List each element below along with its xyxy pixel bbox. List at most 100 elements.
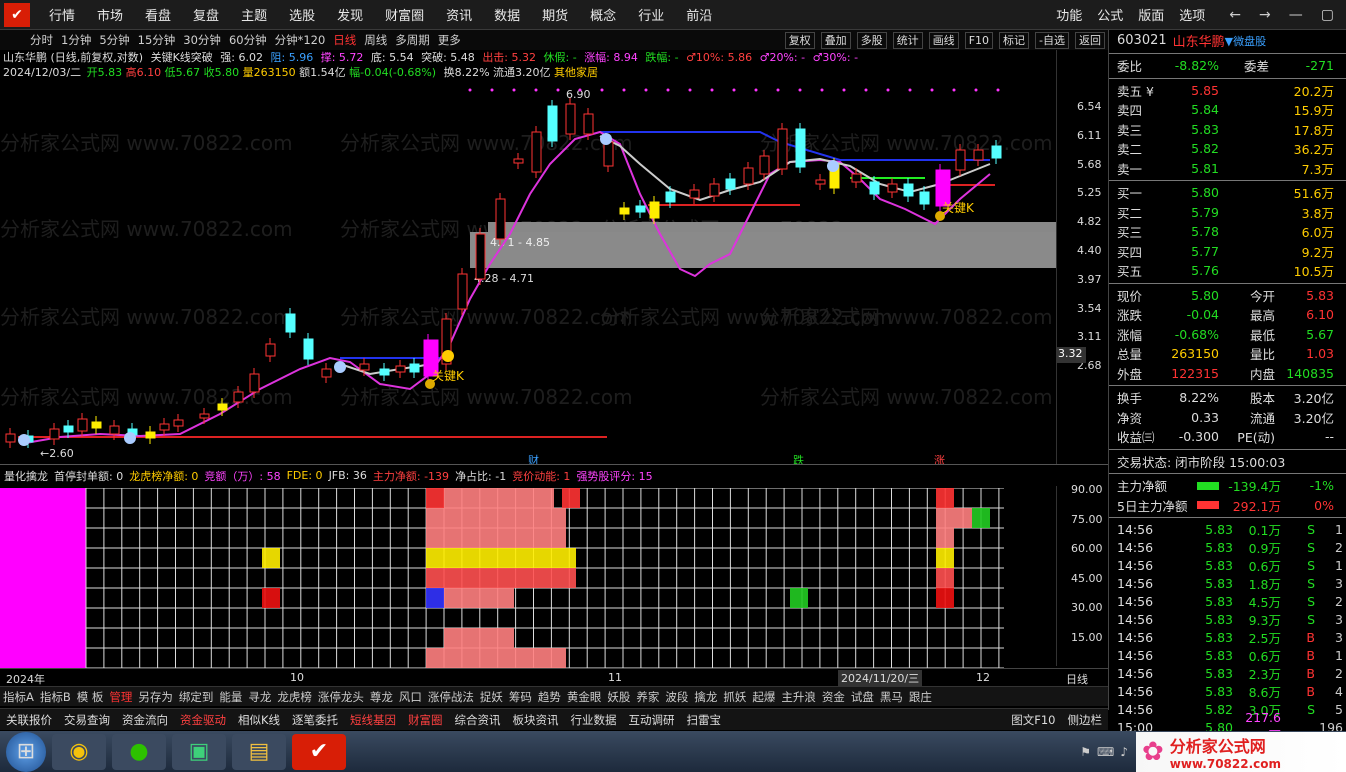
- indicator-tab[interactable]: 能量: [219, 689, 242, 705]
- menu-item[interactable]: 资讯: [446, 5, 472, 24]
- menu-item[interactable]: 概念: [590, 5, 616, 24]
- bottom-tab[interactable]: 资金流向: [122, 712, 168, 728]
- indicator-tab[interactable]: 跟庄: [909, 689, 932, 705]
- bottom-tab[interactable]: 短线基因: [350, 712, 396, 728]
- indicator-tab[interactable]: 寻龙: [248, 689, 271, 705]
- tool-button[interactable]: 画线: [928, 31, 959, 49]
- period-tab[interactable]: 多周期: [395, 32, 430, 48]
- period-tab[interactable]: 分时: [30, 32, 53, 48]
- period-tab[interactable]: 分钟*120: [275, 32, 326, 48]
- indicator-tab[interactable]: 指标B: [40, 689, 71, 705]
- indicator-tab[interactable]: 黄金眼: [567, 689, 602, 705]
- period-tab[interactable]: 更多: [438, 32, 461, 48]
- folder-icon[interactable]: ▤: [232, 733, 286, 770]
- period-tab[interactable]: 1分钟: [61, 32, 91, 48]
- app-logo-icon[interactable]: ✔: [4, 2, 30, 27]
- tool-button[interactable]: 多股: [856, 31, 887, 49]
- minimize-icon[interactable]: —: [1289, 7, 1303, 23]
- bottom-tab[interactable]: 综合资讯: [455, 712, 501, 728]
- tool-button[interactable]: 统计: [892, 31, 923, 49]
- indicator-tab[interactable]: 抓妖: [723, 689, 746, 705]
- menu-item[interactable]: 数据: [494, 5, 520, 24]
- indicator-tab[interactable]: 尊龙: [370, 689, 393, 705]
- bottom-tab[interactable]: 行业数据: [571, 712, 617, 728]
- indicator-tab[interactable]: 涨停龙头: [318, 689, 364, 705]
- kline-chart[interactable]: 分析家公式网 www.70822.com 分析家公式网 www.70822.com…: [0, 84, 1056, 464]
- bottom-tab[interactable]: 相似K线: [238, 712, 280, 728]
- indicator-tab[interactable]: 主升浪: [781, 689, 816, 705]
- menu-item-right[interactable]: 版面: [1138, 5, 1164, 24]
- indicator-tab[interactable]: 养家: [636, 689, 659, 705]
- menu-item[interactable]: 市场: [97, 5, 123, 24]
- indicator-tab[interactable]: 绑定到: [179, 689, 214, 705]
- indicator-grid[interactable]: [0, 488, 1004, 668]
- date-period[interactable]: 日线: [1066, 671, 1088, 687]
- bottom-tab[interactable]: 财富圈: [408, 712, 443, 728]
- indicator-tab[interactable]: 试盘: [851, 689, 874, 705]
- app-taskbar-icon[interactable]: ✔: [292, 733, 346, 770]
- tool-button[interactable]: 叠加: [820, 31, 851, 49]
- period-tab[interactable]: 30分钟: [183, 32, 221, 48]
- indicator-tab[interactable]: 另存为: [138, 689, 173, 705]
- menu-item[interactable]: 看盘: [145, 5, 171, 24]
- menu-item-right[interactable]: 公式: [1097, 5, 1123, 24]
- menu-item[interactable]: 行业: [638, 5, 664, 24]
- menu-item[interactable]: 复盘: [193, 5, 219, 24]
- grid-tick: 90.00: [1071, 483, 1103, 496]
- period-tab[interactable]: 60分钟: [229, 32, 267, 48]
- period-tab[interactable]: 日线: [333, 32, 356, 48]
- tray-icon[interactable]: ⌨: [1097, 745, 1114, 759]
- stock-tag[interactable]: ▼微盘股: [1225, 33, 1266, 49]
- menu-item[interactable]: 期货: [542, 5, 568, 24]
- bottom-tab[interactable]: 板块资讯: [513, 712, 559, 728]
- indicator-tab[interactable]: 模 板: [77, 689, 104, 705]
- bottom-tab[interactable]: 资金驱动: [180, 712, 226, 728]
- menu-item[interactable]: 前沿: [686, 5, 712, 24]
- period-tab[interactable]: 周线: [364, 32, 387, 48]
- tray-icon[interactable]: ⚑: [1080, 745, 1091, 759]
- menu-item[interactable]: 发现: [337, 5, 363, 24]
- menu-item[interactable]: 选股: [289, 5, 315, 24]
- menu-item[interactable]: 行情: [49, 5, 75, 24]
- forward-icon[interactable]: →: [1259, 7, 1271, 23]
- indicator-tab[interactable]: 起爆: [752, 689, 775, 705]
- bottom-tab[interactable]: 互动调研: [629, 712, 675, 728]
- period-tab[interactable]: 15分钟: [138, 32, 176, 48]
- period-tab[interactable]: 5分钟: [99, 32, 129, 48]
- indicator-tab[interactable]: 风口: [399, 689, 422, 705]
- wechat-icon[interactable]: ●: [112, 733, 166, 770]
- chat-app-icon[interactable]: ▣: [172, 733, 226, 770]
- indicator-tab[interactable]: 筹码: [509, 689, 532, 705]
- tool-button[interactable]: 标记: [999, 31, 1030, 49]
- indicator-tab[interactable]: 涨停战法: [428, 689, 474, 705]
- tool-button[interactable]: -自选: [1035, 31, 1069, 49]
- tool-button[interactable]: F10: [964, 31, 994, 49]
- volume-icon[interactable]: ♪: [1120, 745, 1128, 759]
- indicator-tab[interactable]: 妖股: [607, 689, 630, 705]
- indicator-tab[interactable]: 黑马: [880, 689, 903, 705]
- side-tab[interactable]: 侧边栏: [1068, 712, 1103, 728]
- chrome-icon[interactable]: ◉: [52, 733, 106, 770]
- indicator-tab[interactable]: 管理: [109, 689, 132, 705]
- indicator-tab[interactable]: 捉妖: [480, 689, 503, 705]
- side-tab[interactable]: 图文F10: [1011, 712, 1055, 728]
- indicator-tab[interactable]: 擒龙: [694, 689, 717, 705]
- menu-item-right[interactable]: 选项: [1179, 5, 1205, 24]
- maximize-icon[interactable]: ▢: [1321, 7, 1334, 23]
- menu-item[interactable]: 财富圈: [385, 5, 424, 24]
- indicator-tab[interactable]: 资金: [822, 689, 845, 705]
- tool-button[interactable]: 返回: [1075, 31, 1105, 49]
- indicator-tab[interactable]: 趋势: [538, 689, 561, 705]
- back-icon[interactable]: ←: [1229, 7, 1241, 23]
- start-button-icon[interactable]: ⊞: [6, 731, 46, 772]
- bottom-tab[interactable]: 逐笔委托: [292, 712, 338, 728]
- indicator-tab[interactable]: 龙虎榜: [277, 689, 312, 705]
- bottom-tab[interactable]: 交易查询: [64, 712, 110, 728]
- bottom-tab[interactable]: 扫雷宝: [687, 712, 722, 728]
- menu-item[interactable]: 主题: [241, 5, 267, 24]
- menu-item-right[interactable]: 功能: [1056, 5, 1082, 24]
- bottom-tab[interactable]: 关联报价: [6, 712, 52, 728]
- indicator-tab[interactable]: 波段: [665, 689, 688, 705]
- indicator-tab[interactable]: 指标A: [3, 689, 34, 705]
- tool-button[interactable]: 复权: [784, 31, 815, 49]
